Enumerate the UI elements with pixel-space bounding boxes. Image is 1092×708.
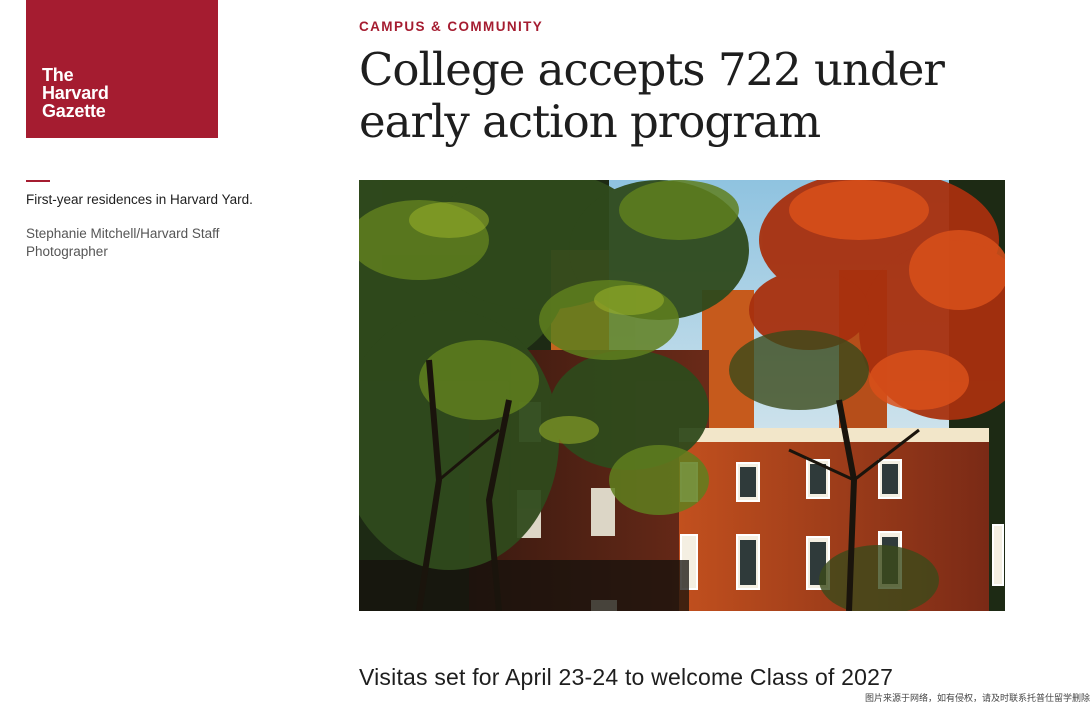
hero-photo-illustration [359,180,1005,611]
logo-line-gazette: Gazette [42,101,106,121]
photo-caption: First-year residences in Harvard Yard. [26,192,253,207]
logo-line-harvard: Harvard [42,83,109,103]
article-headline: College accepts 722 under early action p… [359,43,945,148]
logo-wordmark: The Harvard Gazette [42,66,109,120]
article-subheadline: Visitas set for April 23-24 to welcome C… [359,664,894,690]
photo-credit: Stephanie Mitchell/Harvard Staff Photogr… [26,226,220,259]
category-link[interactable]: CAMPUS & COMMUNITY [359,19,543,34]
logo-line-the: The [42,65,74,85]
caption-divider [26,180,50,182]
harvard-gazette-logo[interactable]: The Harvard Gazette [26,0,218,138]
image-source-watermark: 图片来源于网络，如有侵权，请及时联系托普仕留学删除 [862,691,1092,704]
hero-photo [359,180,1005,611]
